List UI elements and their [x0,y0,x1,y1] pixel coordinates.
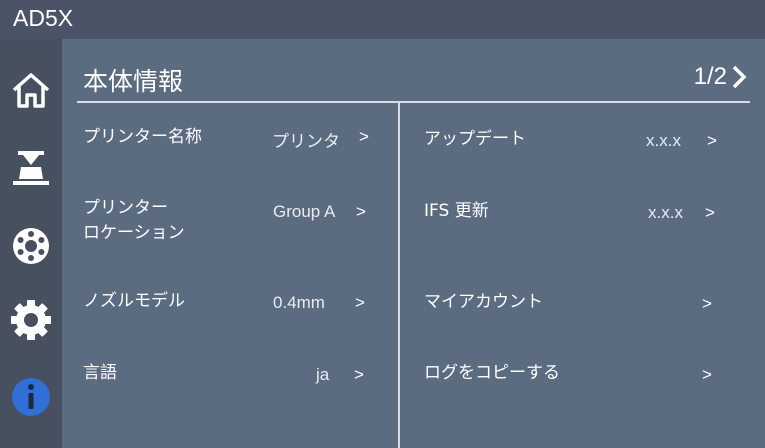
setting-label: ノズルモデル [83,291,185,311]
sidebar-item-print[interactable] [6,144,56,194]
setting-update[interactable]: アップデート x.x.x > [400,127,765,157]
setting-value: x.x.x [648,203,683,222]
chevron-right-icon: > [702,294,712,313]
setting-value: ja [316,365,330,384]
setting-printer-name[interactable]: プリンター名称 プリンタ > [62,125,398,155]
sidebar-item-settings[interactable] [6,295,56,345]
page-title: 本体情報 [83,67,184,96]
top-bar: AD5X [0,0,765,39]
setting-printer-location[interactable]: プリンター ロケーション Group A > [62,196,398,248]
print-bed-icon [13,151,49,185]
chevron-right-icon [732,65,747,89]
setting-label: IFS 更新 [424,201,489,221]
setting-value: 0.4mm [273,293,325,312]
sidebar-item-filament[interactable] [6,221,56,271]
device-name: AD5X [13,5,74,31]
header-divider [77,101,750,103]
setting-label: マイアカウント [424,292,543,312]
page-next-button[interactable]: 1/2 [694,63,747,91]
setting-nozzle-model[interactable]: ノズルモデル 0.4mm > [62,289,398,319]
chevron-right-icon: > [707,131,717,150]
setting-label: 言語 [83,363,117,383]
setting-label-line2: ロケーション [83,223,185,243]
setting-label: ログをコピーする [424,363,560,383]
chevron-right-icon: > [356,202,366,221]
chevron-right-icon: > [705,203,715,222]
setting-value: x.x.x [646,131,681,150]
page-indicator: 1/2 [693,63,727,90]
sidebar-item-info[interactable] [6,372,56,422]
sidebar [0,39,62,448]
setting-value: プリンタ [272,132,340,151]
sidebar-item-home[interactable] [6,65,56,115]
gear-icon [11,300,51,340]
chevron-right-icon: > [354,365,364,384]
info-icon [12,378,50,416]
setting-my-account[interactable]: マイアカウント > [400,290,765,320]
setting-label: アップデート [424,129,526,149]
setting-ifs-update[interactable]: IFS 更新 x.x.x > [400,199,765,229]
setting-label: プリンター名称 [83,127,202,147]
filament-spool-icon [13,228,49,264]
main-panel: 本体情報 1/2 プリンター名称 プリンタ > プリンター ロケーション Gro… [62,39,765,448]
home-icon [12,73,50,108]
chevron-right-icon: > [355,293,365,312]
setting-label-line1: プリンター [83,198,168,218]
setting-copy-log[interactable]: ログをコピーする > [400,361,765,391]
setting-language[interactable]: 言語 ja > [62,361,398,391]
chevron-right-icon: > [359,127,369,146]
chevron-right-icon: > [702,365,712,384]
setting-value: Group A [273,202,336,221]
